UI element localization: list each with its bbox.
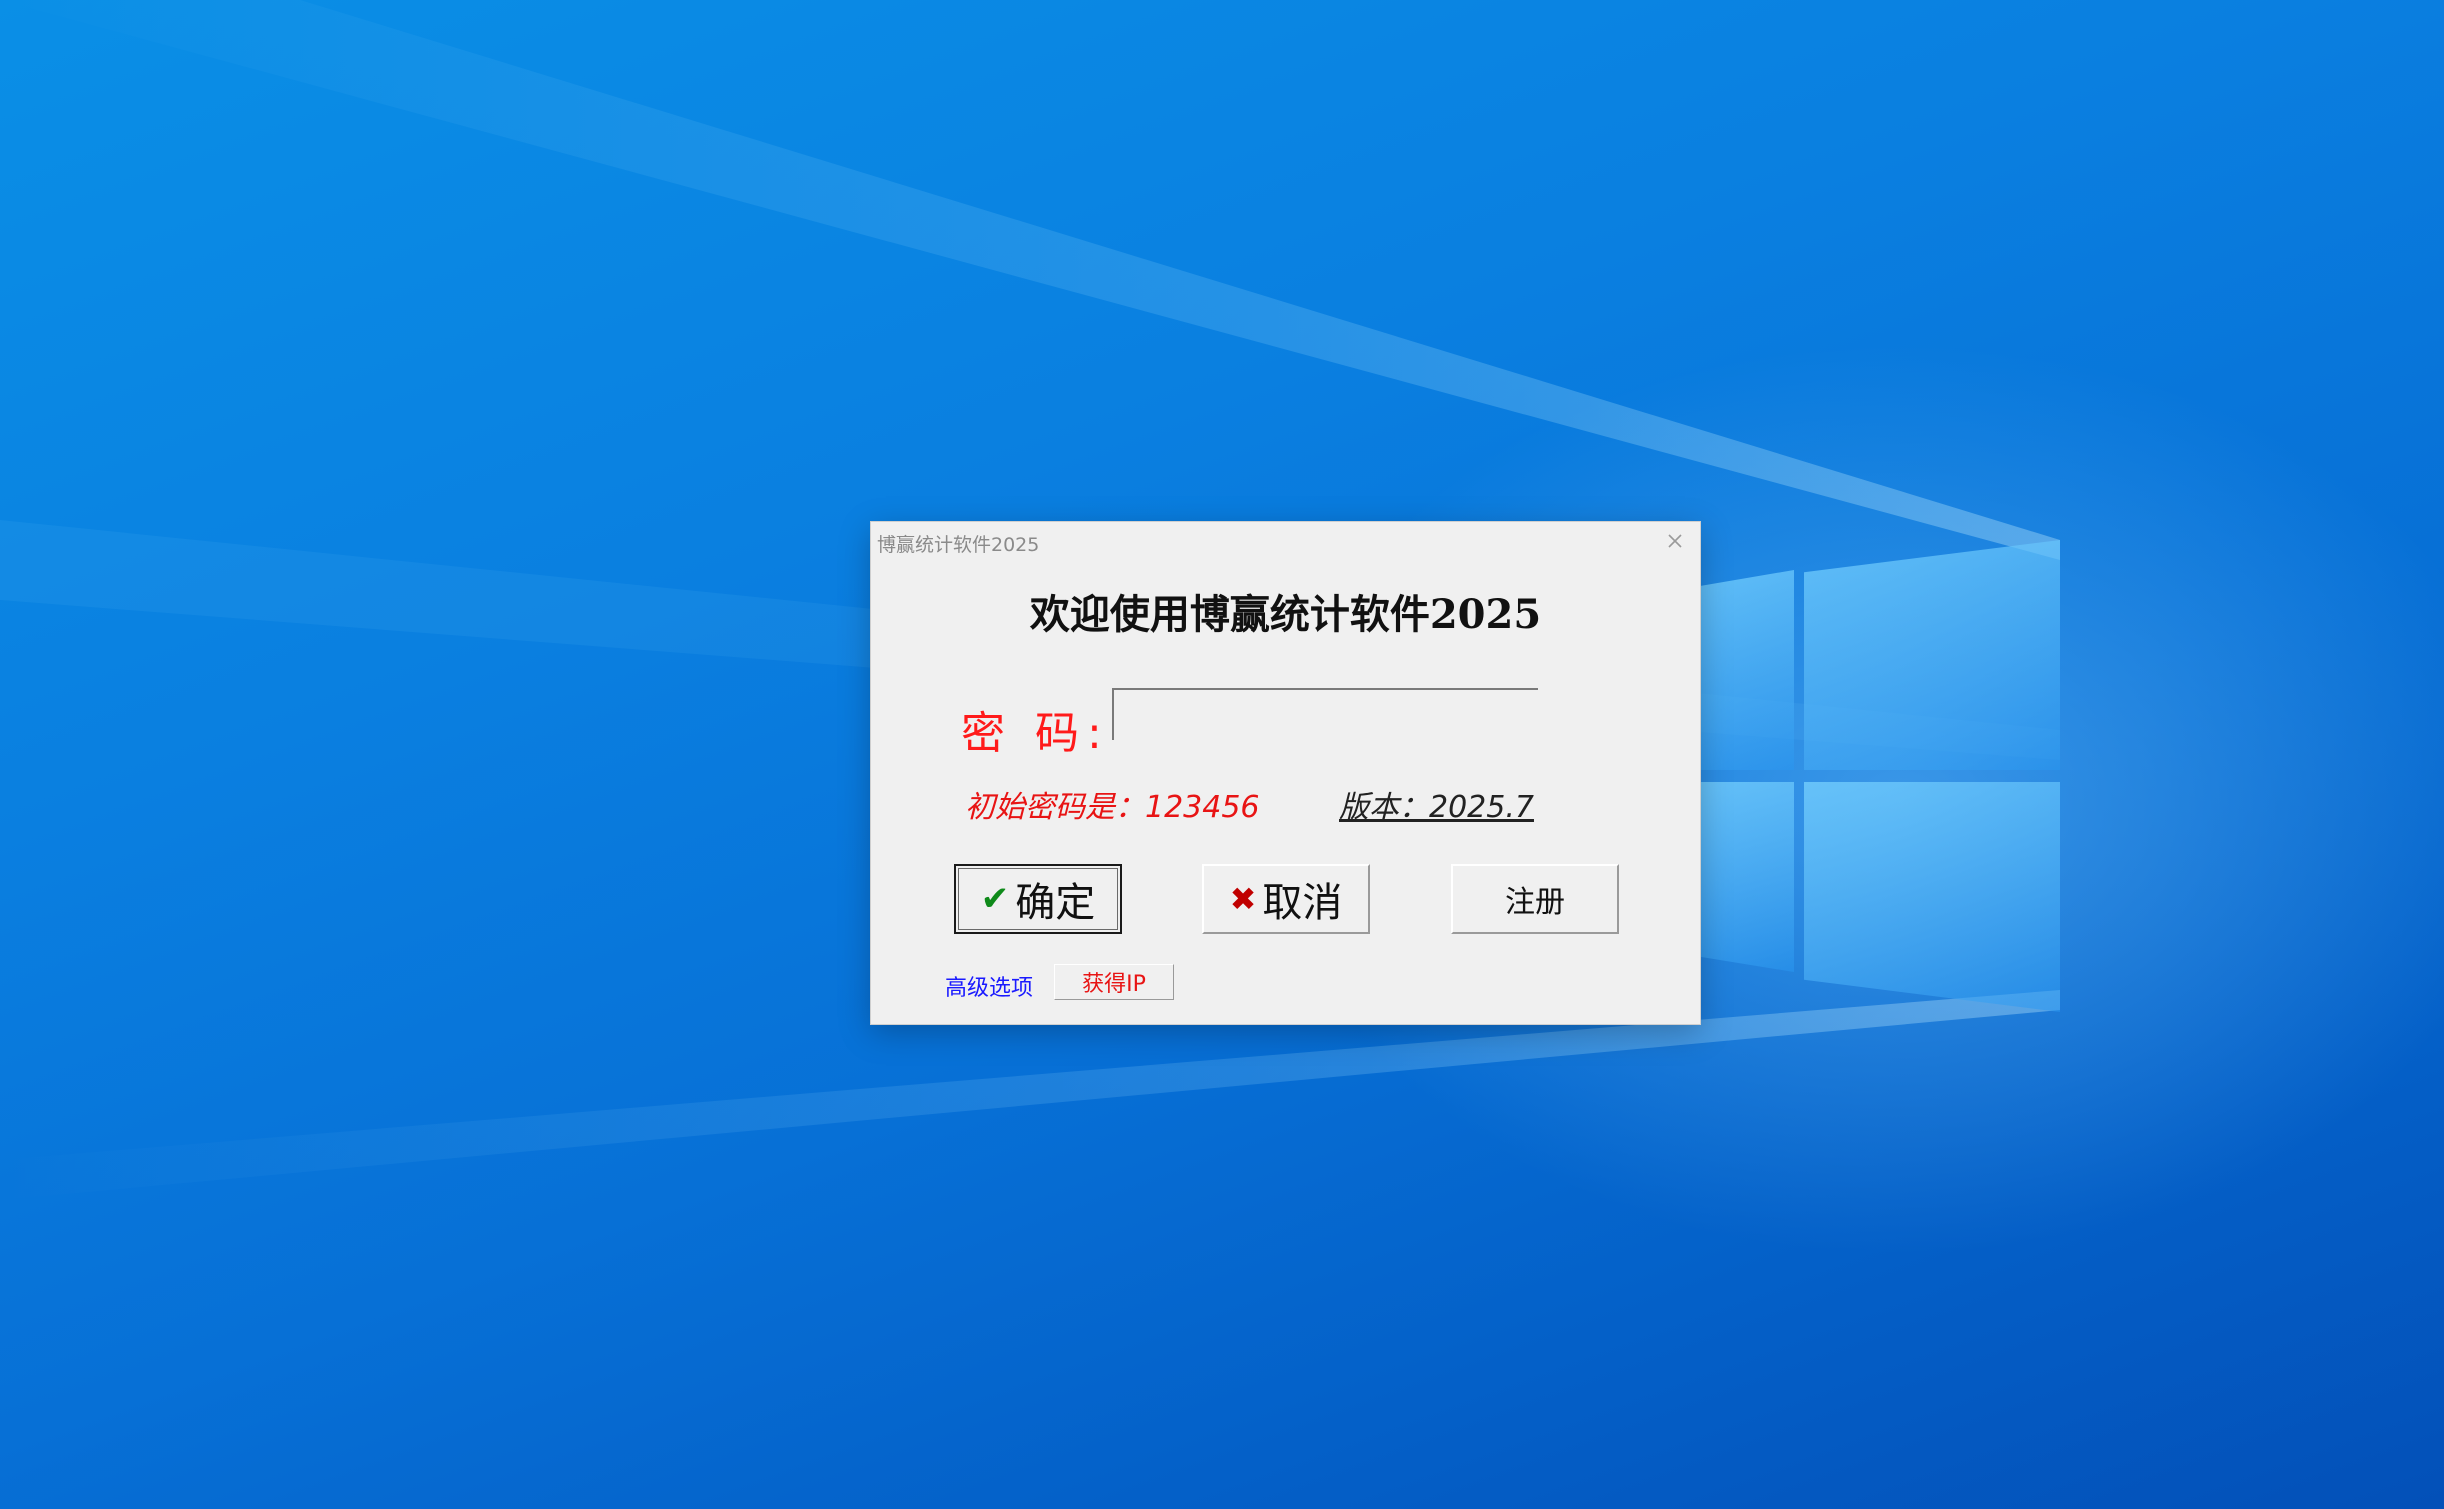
get-ip-button[interactable]: 获得IP [1054,964,1174,1000]
ok-button[interactable]: ✔ 确定 [954,864,1122,934]
window-title: 博赢统计软件2025 [877,534,1040,556]
close-icon [1668,534,1682,548]
windows-logo-pane [1804,782,2060,1012]
cancel-button[interactable]: ✖ 取消 [1202,864,1370,934]
cancel-button-label: 取消 [1262,880,1343,926]
advanced-options-link[interactable]: 高级选项 [945,970,1033,1002]
get-ip-button-label: 获得IP [1082,972,1146,997]
ok-button-label: 确定 [1015,880,1096,926]
windows-logo-pane [1804,540,2060,770]
version-label: 版本：2025.7 [1339,790,1534,825]
title-bar[interactable]: 博赢统计软件2025 [871,522,1700,560]
register-button-label: 注册 [1505,885,1565,920]
login-dialog: 博赢统计软件2025 欢迎使用博赢统计软件2025 密 码: 初始密码是：123… [871,522,1700,1024]
windows-logo-pane [1700,782,1794,972]
register-button[interactable]: 注册 [1451,864,1619,934]
windows-logo-pane [1700,570,1794,770]
welcome-heading: 欢迎使用博赢统计软件2025 [1029,591,1542,638]
check-icon: ✔ [980,879,1010,919]
password-input[interactable] [1112,688,1538,740]
password-label: 密 码: [961,708,1110,759]
close-button[interactable] [1660,526,1690,556]
cross-icon: ✖ [1229,880,1257,918]
initial-password-hint: 初始密码是：123456 [965,790,1260,825]
